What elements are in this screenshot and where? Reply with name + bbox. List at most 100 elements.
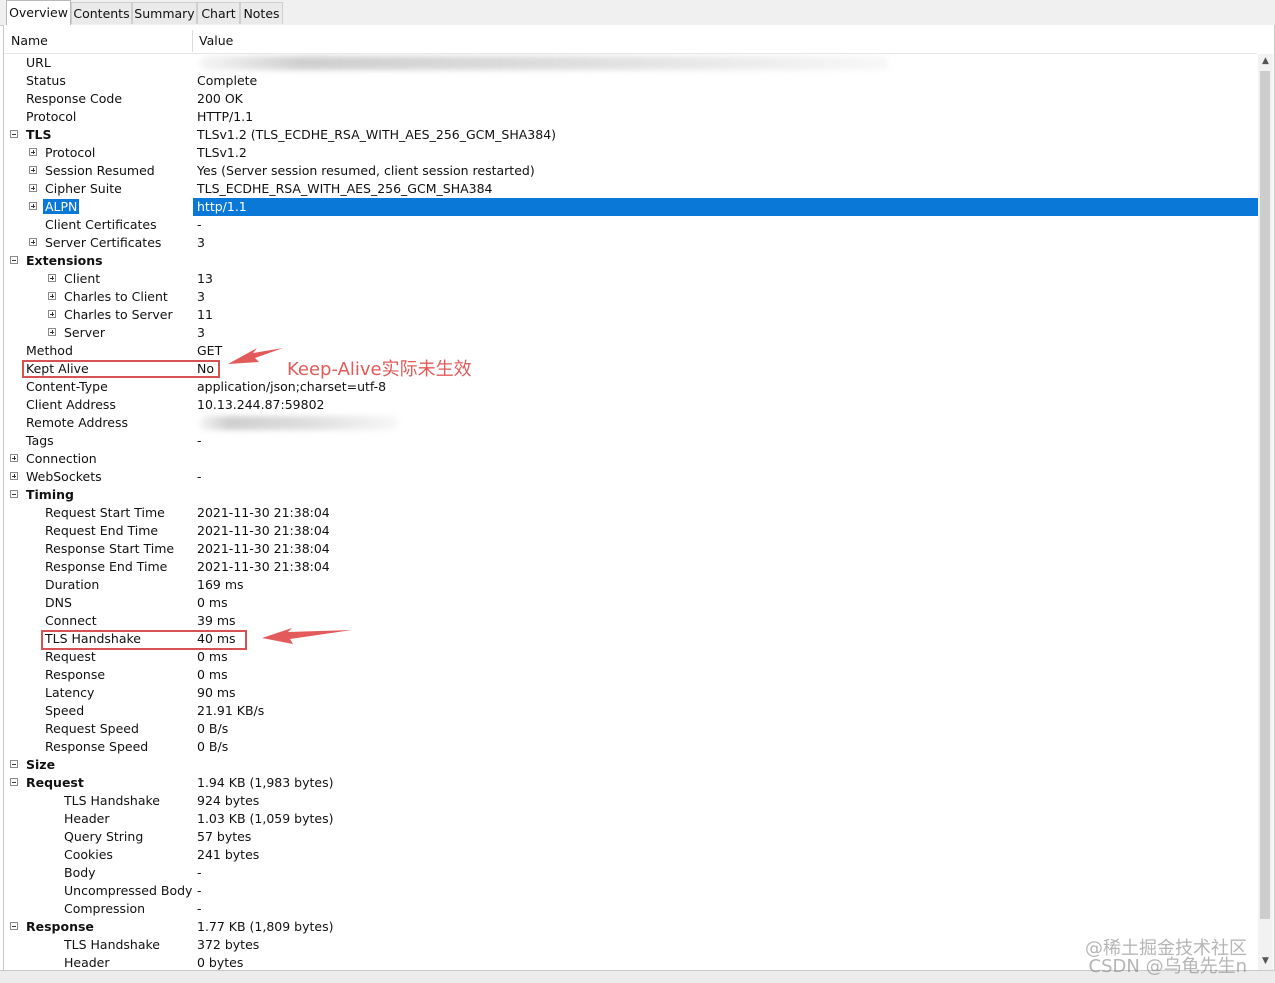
scrollbar-thumb[interactable] xyxy=(1260,71,1270,919)
expand-icon[interactable] xyxy=(10,472,18,480)
row-value: 2021-11-30 21:38:04 xyxy=(197,505,330,520)
tree-row-response[interactable]: Response 0 ms xyxy=(4,666,1258,684)
horizontal-scrollbar[interactable] xyxy=(0,970,1275,983)
tree-row-remote-address[interactable]: Remote Address xyxy=(4,414,1258,432)
tab-chart[interactable]: Chart xyxy=(197,2,240,24)
row-name-text: Cookies xyxy=(64,847,113,862)
tree-row-charles-to-server[interactable]: Charles to Server 11 xyxy=(4,306,1258,324)
tree-row-charles-to-client[interactable]: Charles to Client 3 xyxy=(4,288,1258,306)
row-value: 924 bytes xyxy=(197,793,260,808)
expand-icon[interactable] xyxy=(48,328,56,336)
scroll-down-arrow-icon[interactable]: ▼ xyxy=(1258,954,1273,969)
row-name-text: ALPN xyxy=(43,199,80,214)
tree-row-uncompressed-body[interactable]: Uncompressed Body - xyxy=(4,882,1258,900)
tree-row-duration[interactable]: Duration 169 ms xyxy=(4,576,1258,594)
tab-overview[interactable]: Overview xyxy=(6,0,71,26)
tab-summary[interactable]: Summary xyxy=(132,2,197,24)
row-name-text: Content-Type xyxy=(26,379,108,394)
tree-row-url[interactable]: URL xyxy=(4,54,1258,72)
row-name-text: Tags xyxy=(26,433,54,448)
tree-row-tls-handshake[interactable]: TLS Handshake 924 bytes xyxy=(4,792,1258,810)
column-header-value[interactable]: Value xyxy=(199,28,233,53)
tree-row-extensions[interactable]: Extensions xyxy=(4,252,1258,270)
tree-row-content-type[interactable]: Content-Type application/json;charset=utf… xyxy=(4,378,1258,396)
row-name: Response Start Time xyxy=(45,540,174,558)
row-value: http/1.1 xyxy=(197,199,247,214)
tree-row-response-speed[interactable]: Response Speed 0 B/s xyxy=(4,738,1258,756)
tab-contents[interactable]: Contents xyxy=(71,2,132,24)
tree-row-latency[interactable]: Latency 90 ms xyxy=(4,684,1258,702)
tree-row-cookies[interactable]: Cookies 241 bytes xyxy=(4,846,1258,864)
row-name: Connect xyxy=(45,612,97,630)
tree-row-connection[interactable]: Connection xyxy=(4,450,1258,468)
row-name: Response xyxy=(26,918,94,936)
tree-row-method[interactable]: Method GET xyxy=(4,342,1258,360)
expand-icon[interactable] xyxy=(29,166,37,174)
tree-row-header[interactable]: Header 1.03 KB (1,059 bytes) xyxy=(4,810,1258,828)
tree-row-response-code[interactable]: Response Code 200 OK xyxy=(4,90,1258,108)
row-name: WebSockets xyxy=(26,468,102,486)
tree-row-status[interactable]: Status Complete xyxy=(4,72,1258,90)
tree-row-size[interactable]: Size xyxy=(4,756,1258,774)
tree-row-query-string[interactable]: Query String 57 bytes xyxy=(4,828,1258,846)
tree-row-server[interactable]: Server 3 xyxy=(4,324,1258,342)
row-name: Duration xyxy=(45,576,99,594)
collapse-icon[interactable] xyxy=(10,490,18,498)
tree-row-dns[interactable]: DNS 0 ms xyxy=(4,594,1258,612)
row-name-text: TLS Handshake xyxy=(64,793,161,808)
collapse-icon[interactable] xyxy=(10,130,18,138)
tree-row-response-end-time[interactable]: Response End Time 2021-11-30 21:38:04 xyxy=(4,558,1258,576)
annotation-text: Keep-Alive实际未生效 xyxy=(287,359,472,380)
tree-row-tags[interactable]: Tags - xyxy=(4,432,1258,450)
tree-row-header[interactable]: Header 0 bytes xyxy=(4,954,1258,970)
expand-icon[interactable] xyxy=(29,148,37,156)
tree-row-request-end-time[interactable]: Request End Time 2021-11-30 21:38:04 xyxy=(4,522,1258,540)
expand-icon[interactable] xyxy=(29,238,37,246)
tree-row-tls-handshake[interactable]: TLS Handshake 372 bytes xyxy=(4,936,1258,954)
tree-row-speed[interactable]: Speed 21.91 KB/s xyxy=(4,702,1258,720)
row-name: Compression xyxy=(64,900,145,918)
tree-row-session-resumed[interactable]: Session Resumed Yes (Server session resum… xyxy=(4,162,1258,180)
tree-row-request-speed[interactable]: Request Speed 0 B/s xyxy=(4,720,1258,738)
column-resize-handle[interactable] xyxy=(192,30,193,52)
collapse-icon[interactable] xyxy=(10,760,18,768)
row-name-text: Response Code xyxy=(26,91,123,106)
tree-row-server-certificates[interactable]: Server Certificates 3 xyxy=(4,234,1258,252)
row-value: 200 OK xyxy=(197,91,243,106)
tree-row-response[interactable]: Response 1.77 KB (1,809 bytes) xyxy=(4,918,1258,936)
tree-row-request[interactable]: Request 1.94 KB (1,983 bytes) xyxy=(4,774,1258,792)
tree-row-client-certificates[interactable]: Client Certificates - xyxy=(4,216,1258,234)
row-value: 169 ms xyxy=(197,577,244,592)
tree-row-request-start-time[interactable]: Request Start Time 2021-11-30 21:38:04 xyxy=(4,504,1258,522)
tree-row-client-address[interactable]: Client Address 10.13.244.87:59802 xyxy=(4,396,1258,414)
tree-row-timing[interactable]: Timing xyxy=(4,486,1258,504)
expand-icon[interactable] xyxy=(10,454,18,462)
tree-row-body[interactable]: Body - xyxy=(4,864,1258,882)
collapse-icon[interactable] xyxy=(10,922,18,930)
row-name: Tags xyxy=(26,432,54,450)
row-name: Server xyxy=(64,324,105,342)
tree-row-response-start-time[interactable]: Response Start Time 2021-11-30 21:38:04 xyxy=(4,540,1258,558)
expand-icon[interactable] xyxy=(29,184,37,192)
collapse-icon[interactable] xyxy=(10,778,18,786)
tree-row-tls[interactable]: TLS TLSv1.2 (TLS_ECDHE_RSA_WITH_AES_256_G… xyxy=(4,126,1258,144)
tree-row-protocol[interactable]: Protocol HTTP/1.1 xyxy=(4,108,1258,126)
column-header-name[interactable]: Name xyxy=(11,28,48,53)
collapse-icon[interactable] xyxy=(10,256,18,264)
scroll-up-arrow-icon[interactable]: ▲ xyxy=(1258,54,1273,69)
tree-row-compression[interactable]: Compression - xyxy=(4,900,1258,918)
tree-row-protocol[interactable]: Protocol TLSv1.2 xyxy=(4,144,1258,162)
expand-icon[interactable] xyxy=(48,310,56,318)
row-name-text: Request xyxy=(26,775,84,790)
expand-icon[interactable] xyxy=(48,292,56,300)
tree-row-request[interactable]: Request 0 ms xyxy=(4,648,1258,666)
expand-icon[interactable] xyxy=(29,202,37,210)
tree-row-client[interactable]: Client 13 xyxy=(4,270,1258,288)
tree-row-alpn[interactable]: ALPN http/1.1 xyxy=(4,198,1258,216)
tab-notes[interactable]: Notes xyxy=(240,2,283,24)
tree-row-cipher-suite[interactable]: Cipher Suite TLS_ECDHE_RSA_WITH_AES_256_G… xyxy=(4,180,1258,198)
expand-icon[interactable] xyxy=(48,274,56,282)
tree-row-connect[interactable]: Connect 39 ms xyxy=(4,612,1258,630)
vertical-scrollbar[interactable]: ▲ ▼ xyxy=(1258,54,1273,970)
tree-row-websockets[interactable]: WebSockets - xyxy=(4,468,1258,486)
